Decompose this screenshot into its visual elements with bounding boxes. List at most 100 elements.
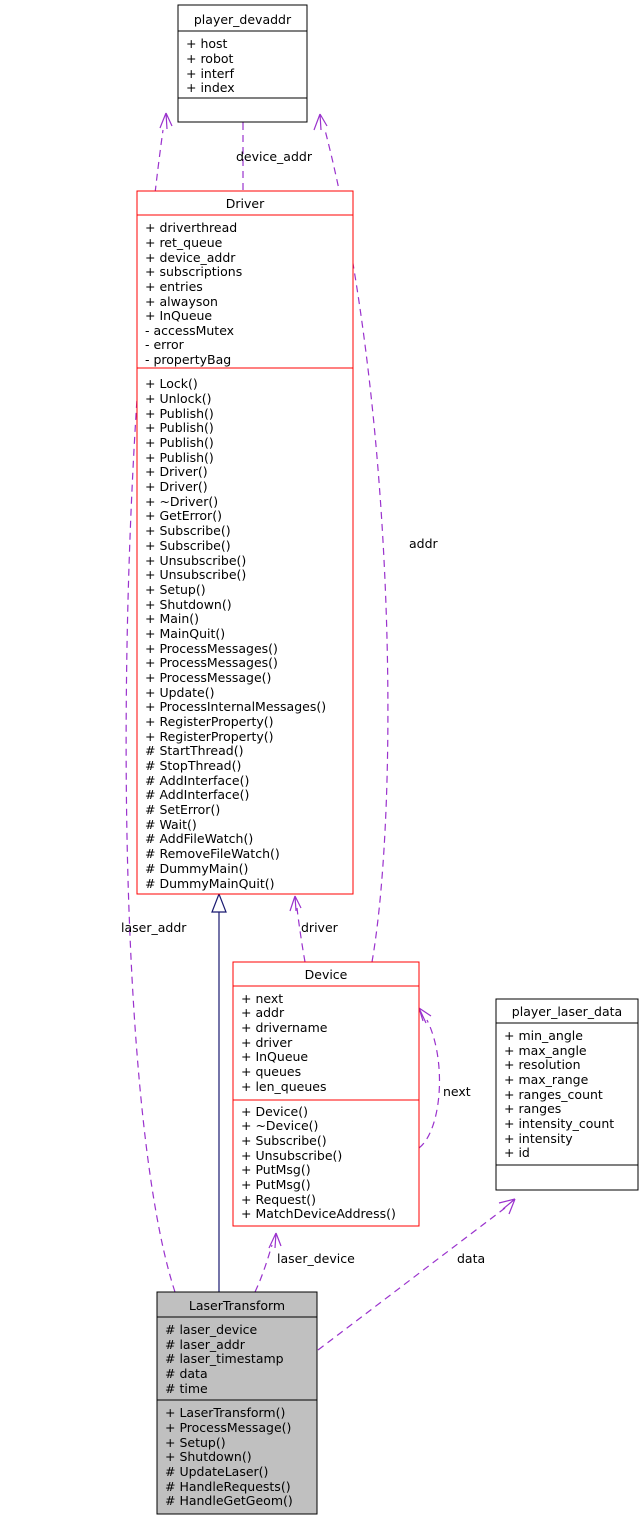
edge-label-device_addr: device_addr — [236, 149, 313, 164]
class-method: + ProcessMessage() — [165, 1420, 291, 1435]
class-attr: # data — [165, 1366, 208, 1381]
edge-label-driver: driver — [301, 920, 339, 935]
class-attr: + drivername — [241, 1020, 328, 1035]
class-method: # AddInterface() — [145, 773, 249, 788]
class-method: + Publish() — [145, 435, 214, 450]
class-method: + Shutdown() — [145, 597, 232, 612]
class-method: + ~Device() — [241, 1118, 318, 1133]
class-box-device: Device + next + addr + drivername + driv… — [232, 961, 420, 1227]
class-method: + Unlock() — [145, 391, 212, 406]
class-attr: # laser_device — [165, 1322, 258, 1337]
class-box-driver: Driver + driverthread + ret_queue + devi… — [136, 190, 354, 895]
class-method: + Unsubscribe() — [145, 553, 246, 568]
class-attr: - error — [145, 337, 185, 352]
class-box-player-devaddr: player_devaddr + host + robot + interf +… — [177, 4, 308, 123]
class-attr: + InQueue — [241, 1049, 308, 1064]
class-method: # AddInterface() — [145, 787, 249, 802]
class-method: # HandleRequests() — [165, 1479, 291, 1494]
class-method: + ProcessMessage() — [145, 670, 271, 685]
class-attr: + InQueue — [145, 308, 212, 323]
class-attr: + device_addr — [145, 250, 236, 265]
class-attr: + host — [186, 36, 228, 51]
class-attr: + intensity — [504, 1131, 573, 1146]
class-method: + Subscribe() — [145, 523, 231, 538]
class-attr: - accessMutex — [145, 323, 234, 338]
class-method: # StartThread() — [145, 743, 243, 758]
class-title-laser-transform: LaserTransform — [189, 1298, 285, 1313]
class-attr: + max_angle — [504, 1043, 587, 1058]
class-attr: # laser_addr — [165, 1337, 246, 1352]
class-box-player-laser-data: player_laser_data + min_angle + max_angl… — [495, 998, 639, 1191]
class-attr: + robot — [186, 51, 234, 66]
class-method: + Subscribe() — [145, 538, 231, 553]
class-method: + Unsubscribe() — [145, 567, 246, 582]
class-attr: + alwayson — [145, 294, 218, 309]
class-method: + Publish() — [145, 406, 214, 421]
class-method: + GetError() — [145, 508, 222, 523]
edge-label-laser_device: laser_device — [277, 1251, 355, 1266]
class-attr: + driver — [241, 1035, 293, 1050]
class-method: # HandleGetGeom() — [165, 1493, 293, 1508]
class-box-laser-transform: LaserTransform # laser_device # laser_ad… — [156, 1291, 318, 1515]
class-method: + Publish() — [145, 450, 214, 465]
class-method: + Driver() — [145, 479, 208, 494]
class-attr: + len_queues — [241, 1079, 326, 1094]
class-method: # RemoveFileWatch() — [145, 846, 280, 861]
class-title-device: Device — [305, 967, 348, 982]
class-method: + Request() — [241, 1192, 316, 1207]
class-method: + RegisterProperty() — [145, 714, 274, 729]
edge-label-laser_addr: laser_addr — [121, 920, 187, 935]
class-method: + Unsubscribe() — [241, 1148, 342, 1163]
class-title-player-devaddr: player_devaddr — [194, 12, 292, 27]
class-method: + Main() — [145, 611, 199, 626]
edge-inheritance — [211, 892, 227, 1292]
class-attr: + ranges — [504, 1101, 561, 1116]
class-method: # DummyMainQuit() — [145, 876, 274, 891]
class-method: + Update() — [145, 685, 214, 700]
class-attr: + id — [504, 1145, 530, 1160]
edge-label-next: next — [443, 1084, 471, 1099]
class-method: + Device() — [241, 1104, 308, 1119]
class-method: + ProcessMessages() — [145, 655, 278, 670]
class-method: # AddFileWatch() — [145, 831, 253, 846]
edge-driver: driver — [289, 895, 339, 963]
class-method: + ~Driver() — [145, 494, 218, 509]
class-attr: + interf — [186, 66, 235, 81]
class-attr: + subscriptions — [145, 264, 242, 279]
class-method: + MainQuit() — [145, 626, 225, 641]
class-attr: + next — [241, 991, 283, 1006]
class-method: + PutMsg() — [241, 1162, 311, 1177]
class-method: + Lock() — [145, 376, 198, 391]
class-method: + LaserTransform() — [165, 1405, 285, 1420]
class-method: # Wait() — [145, 817, 197, 832]
class-method: # UpdateLaser() — [165, 1464, 268, 1479]
class-method: + Publish() — [145, 420, 214, 435]
class-method: # StopThread() — [145, 758, 241, 773]
class-method: # SetError() — [145, 802, 220, 817]
class-attr: + min_angle — [504, 1028, 583, 1043]
uml-class-diagram: device_addr addr laser_addr driver next … — [0, 0, 643, 1520]
class-method: + MatchDeviceAddress() — [241, 1206, 396, 1221]
class-attr: + resolution — [504, 1057, 581, 1072]
class-attr: # laser_timestamp — [165, 1351, 284, 1366]
class-attr: + intensity_count — [504, 1116, 614, 1131]
class-attr: + ret_queue — [145, 235, 223, 250]
class-attr: + driverthread — [145, 220, 237, 235]
class-attr: + max_range — [504, 1072, 589, 1087]
edge-next: next — [418, 1007, 471, 1149]
class-method: + Shutdown() — [165, 1449, 252, 1464]
class-method: + PutMsg() — [241, 1177, 311, 1192]
class-method: + Setup() — [165, 1435, 226, 1450]
class-attr: - propertyBag — [145, 352, 231, 367]
class-attr: + entries — [145, 279, 203, 294]
class-method: + ProcessMessages() — [145, 641, 278, 656]
edge-label-data: data — [457, 1251, 485, 1266]
class-title-player-laser-data: player_laser_data — [512, 1004, 622, 1019]
class-title-driver: Driver — [226, 196, 265, 211]
class-attr: + addr — [241, 1005, 285, 1020]
class-attr: + index — [186, 80, 235, 95]
class-attr: # time — [165, 1381, 208, 1396]
class-method: + Subscribe() — [241, 1133, 327, 1148]
class-method: # DummyMain() — [145, 861, 248, 876]
class-attr: + ranges_count — [504, 1087, 603, 1102]
